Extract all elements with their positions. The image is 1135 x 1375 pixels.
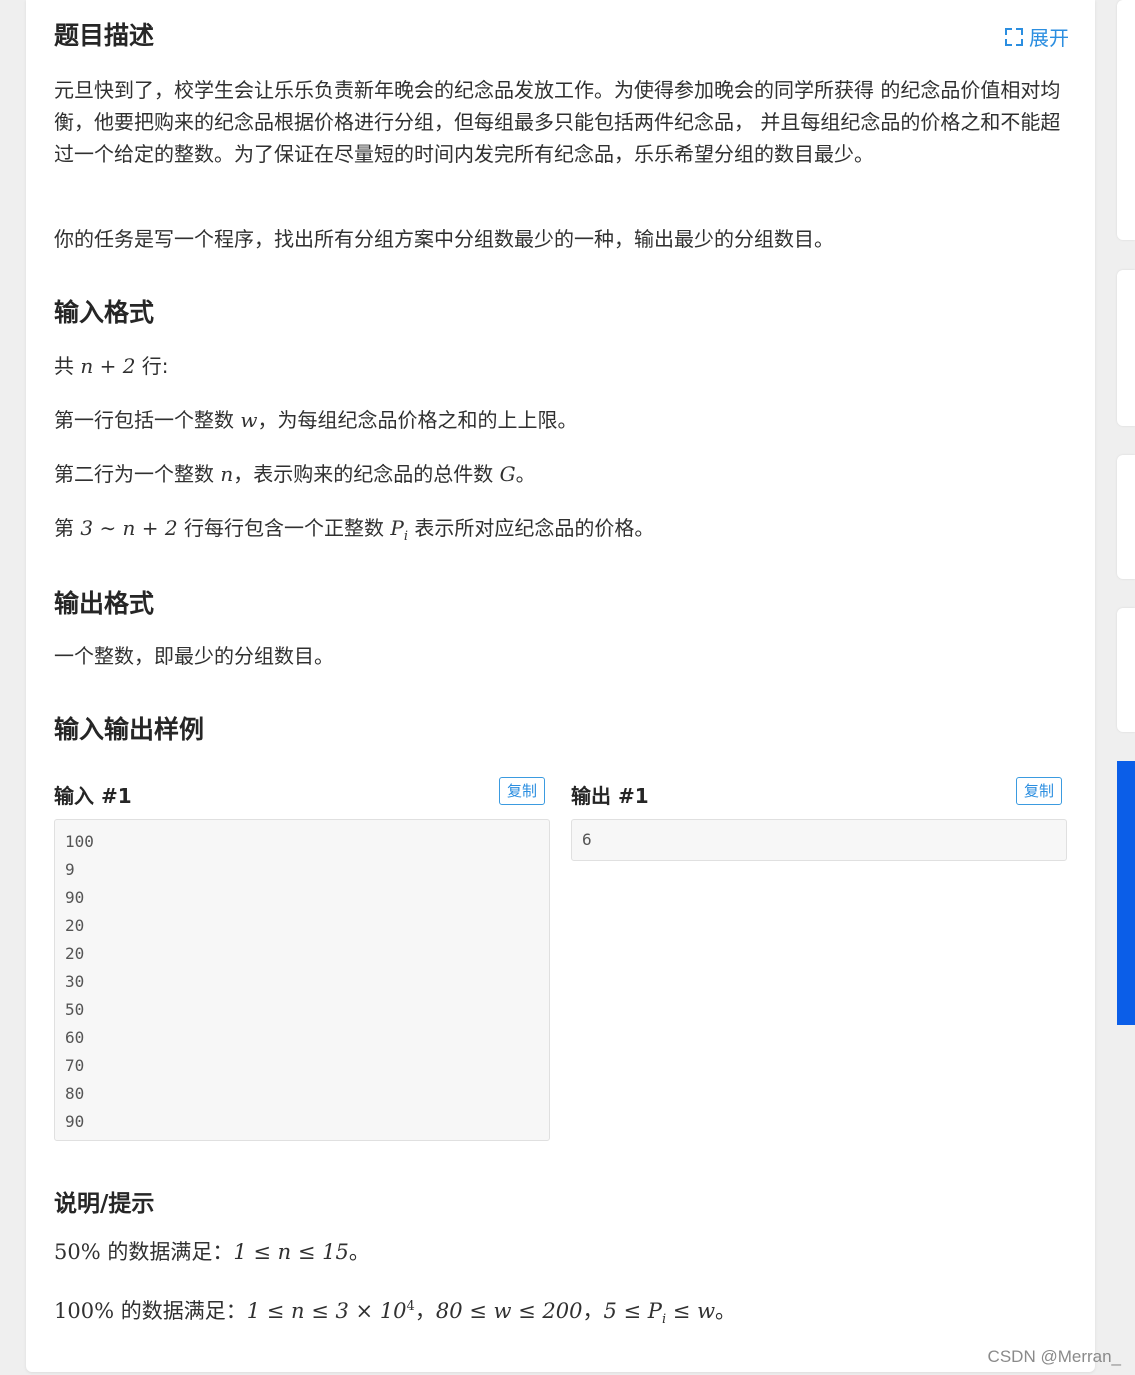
code-line: 100 xyxy=(65,832,94,851)
code-line: 70 xyxy=(65,1056,85,1075)
output-sample-box[interactable]: 6 xyxy=(571,819,1067,861)
code-line: 20 xyxy=(65,916,85,935)
description-p2: 你的任务是写一个程序，找出所有分组方案中分组数最少的一种，输出最少的分组数目。 xyxy=(54,227,834,251)
code-line: 60 xyxy=(65,1028,85,1047)
samples-title: 输入输出样例 xyxy=(54,715,205,744)
sidebar-blue-tab[interactable] xyxy=(1117,761,1135,1025)
sidebar-panel-3[interactable] xyxy=(1117,455,1135,579)
code-line: 20 xyxy=(65,944,85,963)
input-format-title: 输入格式 xyxy=(54,298,155,327)
page-title: 题目描述 xyxy=(54,21,155,50)
output-format-text: 一个整数，即最少的分组数目。 xyxy=(54,644,334,668)
code-line: 80 xyxy=(65,1084,85,1103)
hint-line1: 50% 的数据满足：1 ≤ n ≤ 15。 xyxy=(54,1240,370,1264)
input-format-line4: 第 3 ∼ n + 2 行每行包含一个正整数 Pi 表示所对应纪念品的价格。 xyxy=(54,516,655,544)
input-sample-box[interactable]: 100 9 90 20 20 30 50 60 70 80 90 xyxy=(54,819,550,1141)
copy-input-button[interactable]: 复制 xyxy=(499,777,546,805)
sidebar-panel-2[interactable] xyxy=(1117,270,1135,426)
problem-card: 题目描述 展开 元旦快到了，校学生会让乐乐负责新年晚会的纪念品发放工作。为使得参… xyxy=(26,0,1095,1372)
description-p1: 元旦快到了，校学生会让乐乐负责新年晚会的纪念品发放工作。为使得参加晚会的同学所获… xyxy=(54,78,1061,166)
expand-button[interactable]: 展开 xyxy=(1005,22,1069,51)
code-line: 6 xyxy=(582,830,592,849)
output-format-title: 输出格式 xyxy=(54,589,155,618)
input-format-line1: 共 n + 2 行: xyxy=(54,354,169,378)
sidebar-panel-1[interactable] xyxy=(1117,0,1135,240)
watermark: CSDN @Merran_ xyxy=(987,1347,1121,1366)
code-line: 90 xyxy=(65,1112,85,1131)
input-format-line2: 第一行包括一个整数 w，为每组纪念品价格之和的上上限。 xyxy=(54,408,578,432)
hint-line2: 100% 的数据满足：1 ≤ n ≤ 3 × 104，80 ≤ w ≤ 200，… xyxy=(54,1299,737,1328)
copy-output-button[interactable]: 复制 xyxy=(1016,777,1063,805)
code-line: 90 xyxy=(65,888,85,907)
code-line: 50 xyxy=(65,1000,85,1019)
output-sample-label: 输出 #1 xyxy=(571,784,649,808)
input-sample-label: 输入 #1 xyxy=(54,784,132,808)
sidebar-panel-4[interactable] xyxy=(1117,608,1135,732)
expand-icon xyxy=(1005,27,1023,46)
input-format-line3: 第二行为一个整数 n，表示购来的纪念品的总件数 G。 xyxy=(54,462,536,486)
hint-title: 说明/提示 xyxy=(54,1191,155,1217)
code-line: 30 xyxy=(65,972,85,991)
expand-label: 展开 xyxy=(1029,26,1069,50)
code-line: 9 xyxy=(65,860,75,879)
